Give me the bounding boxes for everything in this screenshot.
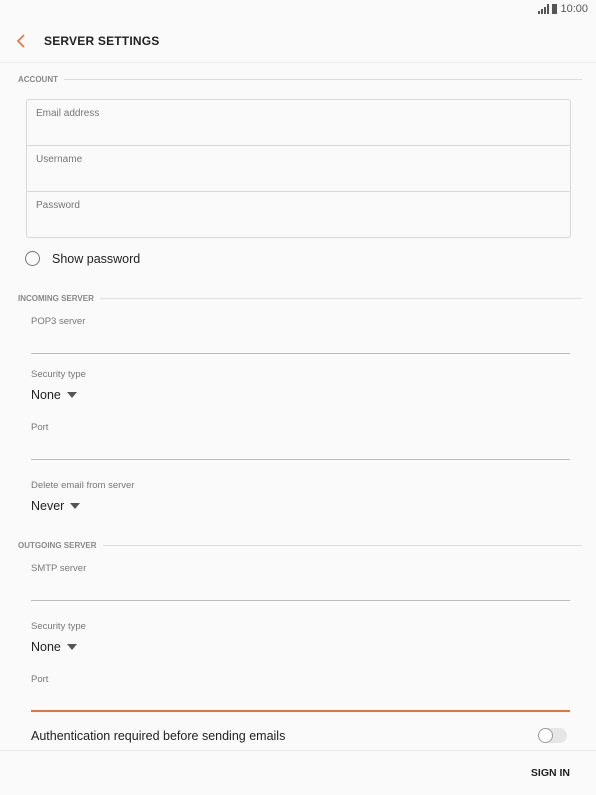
sign-in-button[interactable]: SIGN IN — [531, 767, 570, 779]
dropdown-arrow-icon — [70, 503, 81, 509]
outgoing-security-type-label: Security type — [31, 621, 86, 632]
section-label: INCOMING SERVER — [18, 294, 94, 303]
section-divider — [64, 79, 582, 80]
password-field-label: Password — [36, 200, 80, 211]
section-divider — [102, 545, 582, 546]
incoming-port-input[interactable] — [31, 459, 570, 460]
outgoing-security-type-value: None — [31, 640, 61, 654]
dropdown-arrow-icon — [66, 392, 77, 398]
incoming-security-type-label: Security type — [31, 369, 86, 380]
smtp-server-input[interactable] — [31, 600, 570, 601]
toggle-knob — [538, 728, 553, 743]
delete-email-dropdown[interactable]: Never — [31, 499, 81, 513]
smtp-server-label: SMTP server — [31, 563, 87, 574]
section-label: OUTGOING SERVER — [18, 541, 97, 550]
signal-icon — [538, 4, 550, 14]
delete-email-label: Delete email from server — [31, 480, 135, 491]
email-field-label: Email address — [36, 108, 100, 119]
bottom-action-bar — [0, 750, 596, 795]
status-indicators: 10:00 — [538, 3, 588, 15]
back-chevron-icon[interactable] — [14, 31, 30, 51]
outgoing-port-input[interactable] — [31, 710, 570, 712]
pop3-server-input[interactable] — [31, 353, 570, 354]
authentication-toggle[interactable] — [538, 728, 567, 743]
username-field[interactable]: Username — [27, 146, 570, 191]
incoming-port-label: Port — [31, 422, 49, 433]
show-password-label[interactable]: Show password — [52, 252, 140, 266]
section-header-account: ACCOUNT — [18, 75, 582, 84]
account-fields-card: Email address Username Password — [26, 99, 571, 238]
email-field[interactable]: Email address — [27, 100, 570, 145]
outgoing-security-type-dropdown[interactable]: None — [31, 640, 77, 654]
section-header-outgoing: OUTGOING SERVER — [18, 541, 582, 550]
battery-icon — [552, 4, 558, 14]
show-password-radio[interactable] — [25, 251, 40, 266]
pop3-server-label: POP3 server — [31, 316, 86, 327]
username-field-label: Username — [36, 154, 83, 165]
outgoing-port-label: Port — [31, 674, 49, 685]
status-time: 10:00 — [560, 3, 588, 15]
incoming-security-type-value: None — [31, 388, 61, 402]
dropdown-arrow-icon — [66, 644, 77, 650]
delete-email-value: Never — [31, 499, 65, 513]
status-bar — [0, 0, 596, 22]
incoming-security-type-dropdown[interactable]: None — [31, 388, 77, 402]
password-field[interactable]: Password — [27, 192, 570, 237]
authentication-required-label: Authentication required before sending e… — [31, 729, 286, 743]
section-label: ACCOUNT — [18, 75, 58, 84]
section-divider — [99, 298, 582, 299]
page-title: SERVER SETTINGS — [44, 34, 160, 48]
section-header-incoming: INCOMING SERVER — [18, 294, 582, 303]
